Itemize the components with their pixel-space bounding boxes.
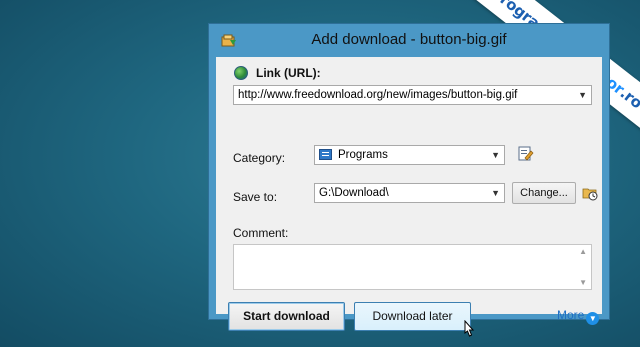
start-download-button[interactable]: Start download bbox=[228, 302, 345, 331]
link-label: Link (URL): bbox=[256, 66, 321, 80]
save-to-label: Save to: bbox=[233, 190, 278, 204]
dialog-body: Link (URL): http://www.freedownload.org/… bbox=[216, 57, 602, 337]
save-to-value: G:\Download\ bbox=[319, 187, 389, 199]
comment-input[interactable]: ▲ ▼ bbox=[233, 244, 592, 290]
category-icon bbox=[319, 149, 332, 160]
scroll-down-icon[interactable]: ▼ bbox=[579, 278, 587, 287]
url-field[interactable]: http://www.freedownload.org/new/images/b… bbox=[233, 85, 592, 105]
download-manager-icon bbox=[221, 34, 236, 47]
category-value: Programs bbox=[338, 149, 388, 161]
mouse-cursor-icon bbox=[464, 320, 475, 337]
save-to-select[interactable]: G:\Download\ ▼ bbox=[314, 183, 505, 203]
chevron-down-icon[interactable]: ▼ bbox=[491, 184, 500, 202]
globe-icon bbox=[234, 66, 248, 80]
change-folder-button[interactable]: Change... bbox=[512, 182, 576, 204]
chevron-down-icon: ▼ bbox=[586, 312, 600, 325]
url-value: http://www.freedownload.org/new/images/b… bbox=[238, 89, 518, 101]
more-link[interactable]: More ▼ bbox=[557, 308, 600, 325]
comment-label: Comment: bbox=[233, 226, 289, 240]
folder-clock-icon[interactable] bbox=[582, 185, 598, 201]
title-bar[interactable]: Add download - button-big.gif bbox=[209, 24, 609, 57]
edit-category-icon[interactable] bbox=[518, 146, 534, 162]
more-label: More bbox=[557, 308, 585, 322]
download-later-button[interactable]: Download later bbox=[354, 302, 471, 331]
chevron-down-icon[interactable]: ▼ bbox=[491, 146, 500, 164]
category-label: Category: bbox=[233, 151, 286, 165]
window-title: Add download - button-big.gif bbox=[311, 31, 507, 48]
scroll-up-icon[interactable]: ▲ bbox=[579, 247, 587, 256]
chevron-down-icon[interactable]: ▼ bbox=[578, 86, 587, 104]
category-select[interactable]: Programs ▼ bbox=[314, 145, 505, 165]
add-download-dialog: Add download - button-big.gif Link (URL)… bbox=[208, 23, 610, 337]
